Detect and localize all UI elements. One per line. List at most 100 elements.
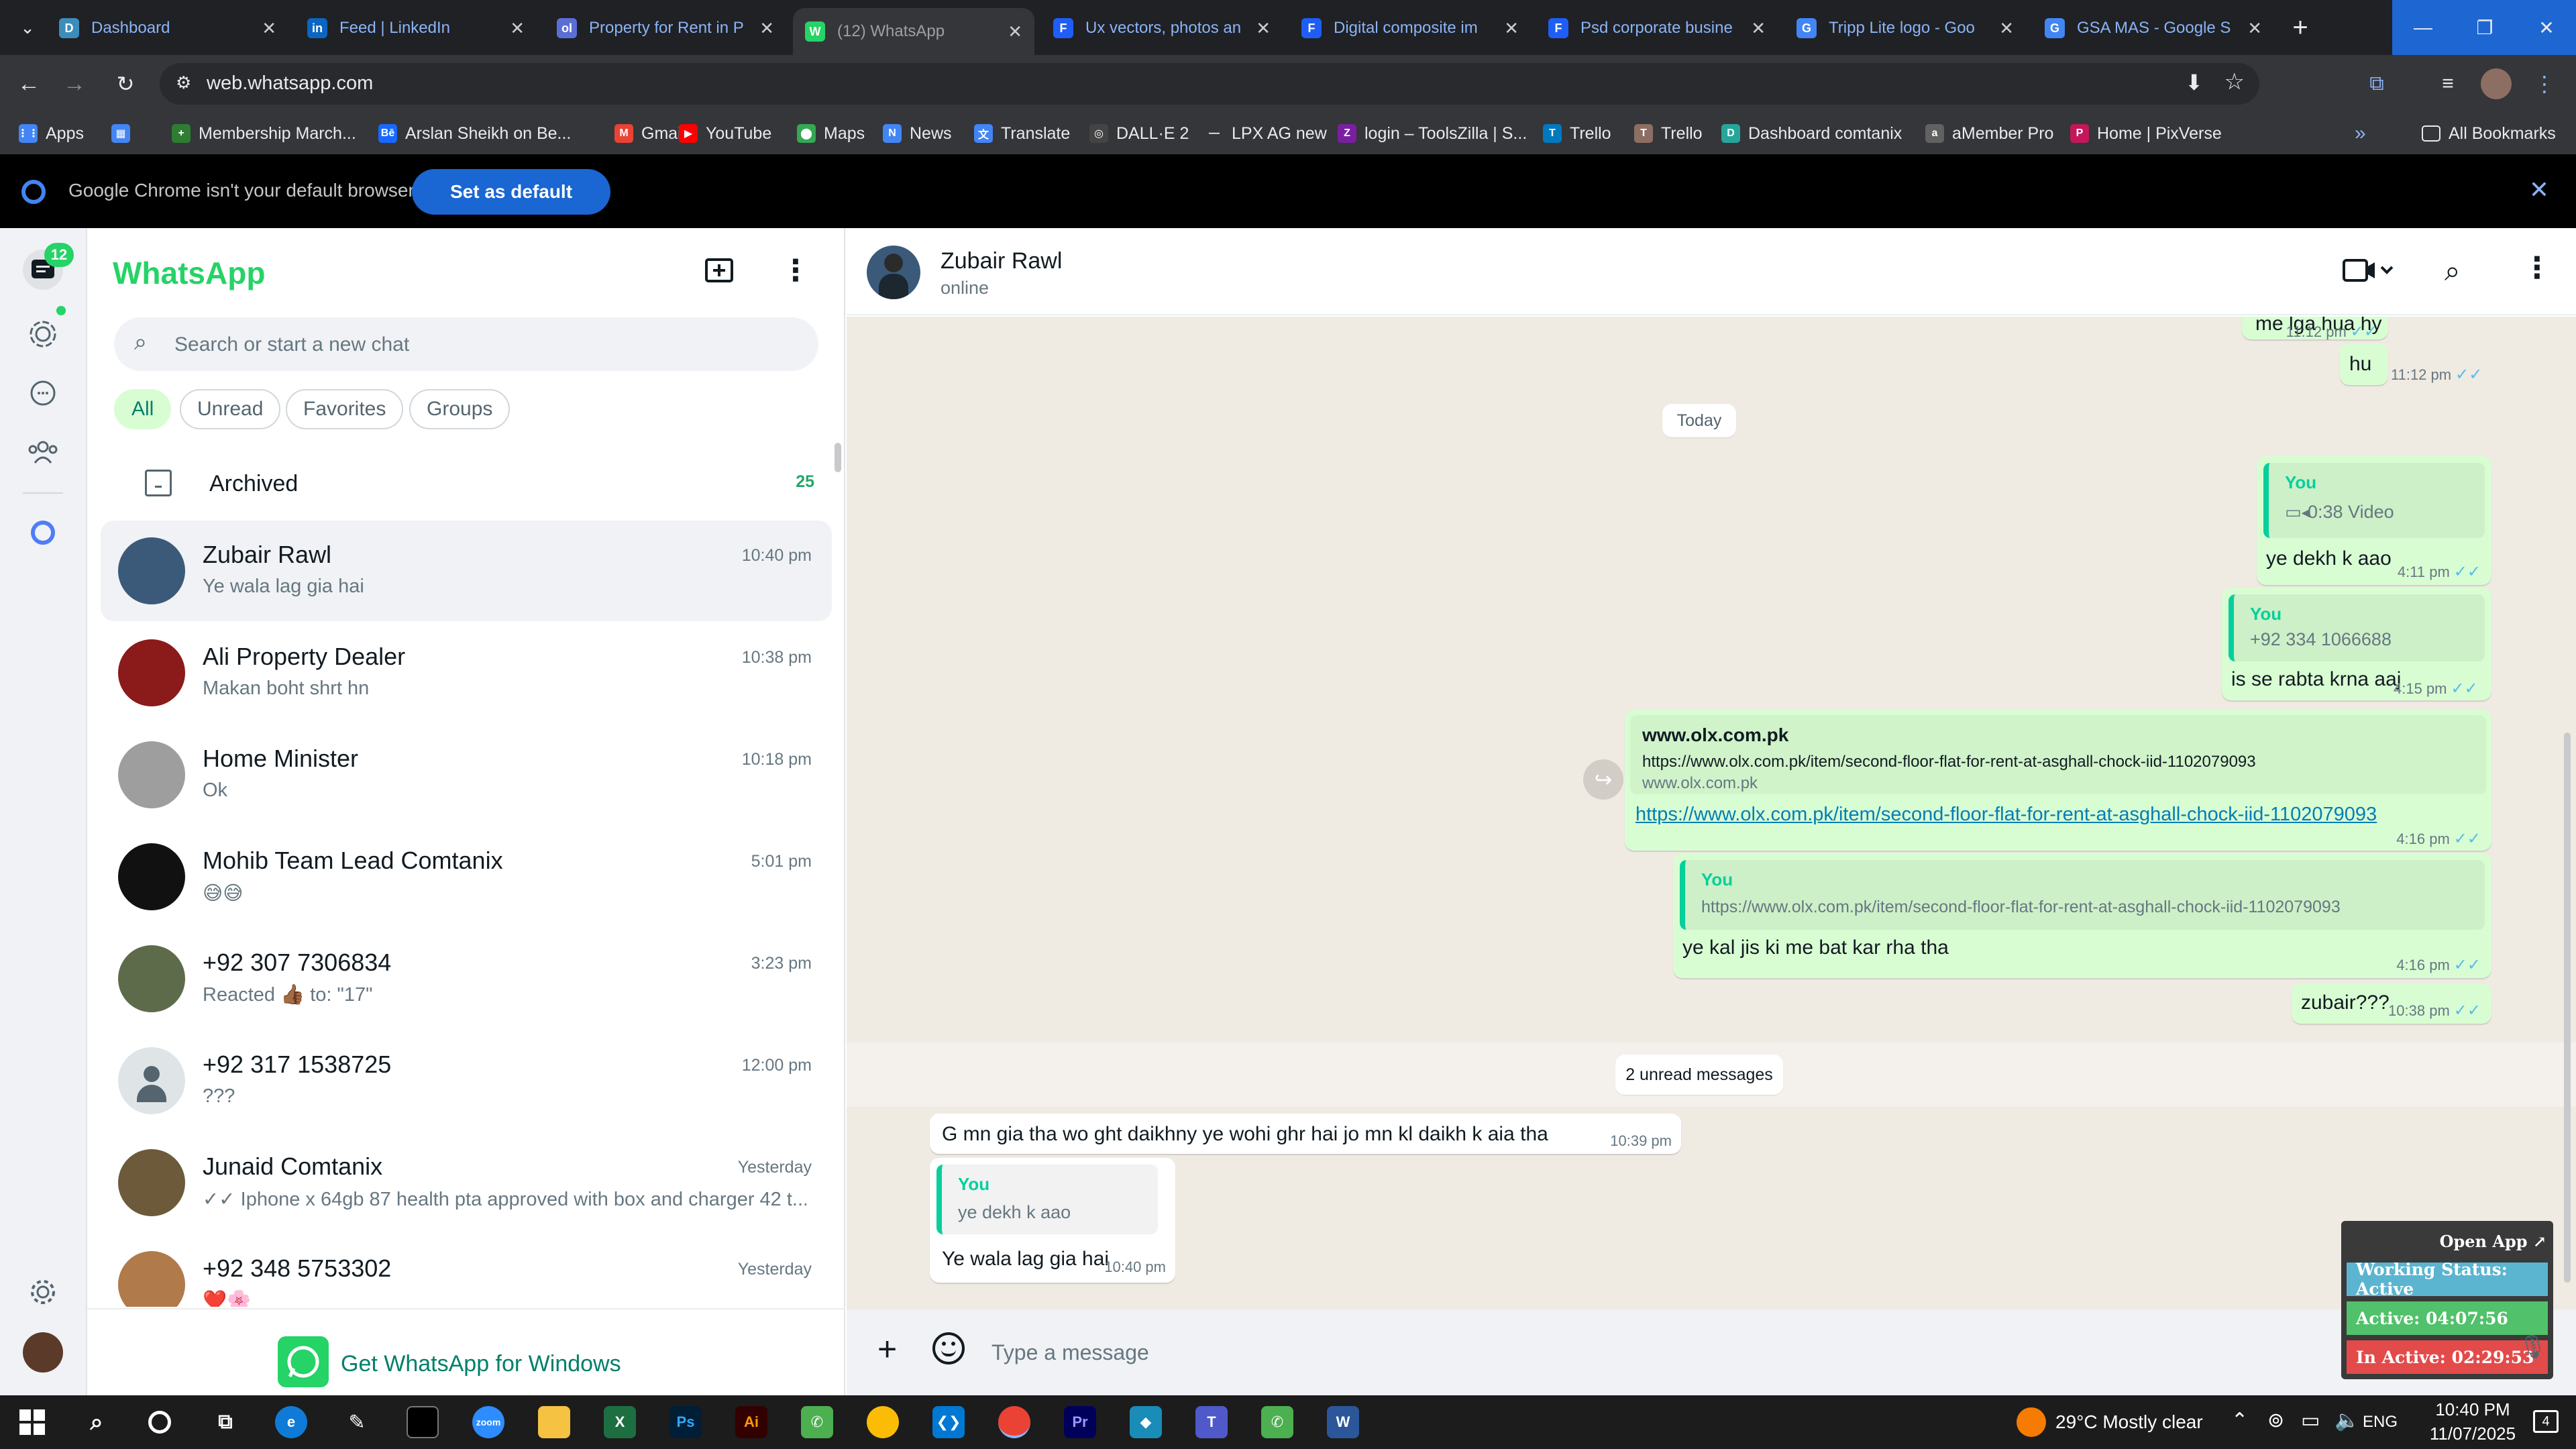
task-view-icon[interactable]: ⧉ [209, 1406, 241, 1438]
bookmark-item[interactable]: a aMember Pro [1925, 122, 2053, 145]
all-bookmarks[interactable]: All Bookmarks [2422, 122, 2556, 145]
quoted-message[interactable]: You https://www.olx.com.pk/item/second-f… [1680, 860, 2485, 930]
close-tab-icon[interactable]: ✕ [1256, 18, 1271, 39]
link-preview-card[interactable]: www.olx.com.pk https://www.olx.com.pk/it… [1630, 715, 2486, 794]
clock-time[interactable]: 10:40 PM [2426, 1399, 2520, 1420]
bookmark-item[interactable]: P Home | PixVerse [2070, 122, 2222, 145]
message-outgoing-reply[interactable]: You https://www.olx.com.pk/item/second-f… [1673, 853, 2491, 978]
profile-avatar-rail[interactable] [23, 1332, 63, 1373]
weather-icon[interactable] [2017, 1407, 2046, 1437]
bookmark-item[interactable]: + Membership March... [172, 122, 356, 145]
chat-list-item[interactable]: +92 307 7306834 Reacted 👍🏾 to: "17" 3:23 p… [101, 928, 832, 1029]
bookmark-item[interactable]: ▦ [111, 122, 138, 145]
close-tab-icon[interactable]: ✕ [1008, 21, 1022, 42]
chrome-active-icon[interactable] [998, 1406, 1030, 1438]
cortana-icon[interactable] [144, 1406, 176, 1438]
browser-tab[interactable]: F Ux vectors, photos an ✕ [1041, 9, 1283, 47]
message-outgoing[interactable]: hu [2340, 343, 2388, 385]
back-icon[interactable]: ← [13, 68, 44, 99]
url-text[interactable]: web.whatsapp.com [207, 72, 373, 95]
language-indicator[interactable]: ENG [2363, 1413, 2398, 1432]
message-link[interactable]: https://www.olx.com.pk/item/second-floor… [1635, 804, 2377, 826]
forward-icon[interactable]: → [59, 68, 90, 99]
conversation-menu-icon[interactable]: ⋮ [2522, 251, 2552, 285]
minimize-button[interactable]: — [2392, 0, 2454, 55]
restore-button[interactable]: ❐ [2454, 0, 2516, 55]
browser-tab[interactable]: in Feed | LinkedIn ✕ [295, 9, 537, 47]
pen-tool-icon[interactable]: ✎ [341, 1406, 373, 1438]
chat-list-item[interactable]: Ali Property Dealer Makan boht shrt hn 10:… [101, 623, 832, 723]
message-outgoing[interactable]: zubair??? 10:38 pm ✓✓ [2292, 983, 2491, 1024]
close-tab-icon[interactable]: ✕ [1999, 18, 2014, 39]
contact-avatar[interactable] [867, 246, 920, 299]
bookmark-item[interactable]: T Trello [1634, 122, 1703, 145]
message-outgoing[interactable]: me lga hua hy 11:12 pm ✓✓ [2242, 317, 2388, 341]
chat-list-item[interactable]: +92 348 5753302 ❤️🌸 Yesterday [101, 1234, 832, 1307]
set-as-default-button[interactable]: Set as default [412, 169, 610, 215]
message-area[interactable]: me lga hua hy 11:12 pm ✓✓ hu 11:12 pm ✓✓ T… [847, 317, 2576, 1309]
browser-tab[interactable]: F Digital composite im ✕ [1289, 9, 1531, 47]
browser-tab[interactable]: G Tripp Lite logo - Goo ✕ [1784, 9, 2026, 47]
bookmark-star-icon[interactable]: ☆ [2224, 68, 2245, 95]
taskbar-search-icon[interactable]: ⌕ [80, 1406, 113, 1438]
avatar[interactable] [118, 1251, 185, 1307]
message-input[interactable]: Type a message [987, 1320, 2477, 1383]
open-app-link[interactable]: Open App ↗ [2440, 1228, 2546, 1254]
file-explorer-icon[interactable] [538, 1406, 570, 1438]
bookmark-item[interactable]: Bē Arslan Sheikh on Be... [378, 122, 571, 145]
windows-start-icon[interactable] [16, 1406, 48, 1438]
bookmark-item[interactable]: 文 Translate [974, 122, 1070, 145]
attach-plus-icon[interactable]: + [877, 1330, 897, 1368]
message-outgoing-link[interactable]: www.olx.com.pk https://www.olx.com.pk/it… [1625, 710, 2491, 851]
browser-tab[interactable]: ol Property for Rent in P ✕ [545, 9, 786, 47]
volume-icon[interactable]: 🔈 [2334, 1409, 2359, 1432]
new-tab-icon[interactable]: + [2285, 12, 2316, 43]
bookmark-item[interactable]: M Gmail [614, 122, 685, 145]
terminal-icon[interactable] [407, 1406, 439, 1438]
premiere-icon[interactable]: Pr [1064, 1406, 1096, 1438]
avatar[interactable] [118, 537, 185, 604]
avatar[interactable] [118, 741, 185, 808]
vscode-icon[interactable]: ❮❯ [932, 1406, 965, 1438]
sticker-emoji-icon[interactable] [932, 1332, 965, 1364]
notifications-icon[interactable]: 4 [2533, 1410, 2559, 1433]
bookmark-item[interactable]: D Dashboard comtanix [1721, 122, 1902, 145]
meta-ai-icon[interactable] [23, 513, 63, 553]
clock-date[interactable]: 11/07/2025 [2419, 1424, 2526, 1444]
chat-list-item[interactable]: Home Minister Ok 10:18 pm [101, 724, 832, 825]
get-whatsapp-windows-banner[interactable]: Get WhatsApp for Windows [87, 1308, 845, 1395]
message-incoming-reply[interactable]: You ye dekh k aao Ye wala lag gia hai 10… [930, 1158, 1175, 1283]
avatar[interactable] [118, 639, 185, 706]
chat-list-item[interactable]: Zubair Rawl Ye wala lag gia hai 10:40 pm [101, 521, 832, 621]
browser-tab[interactable]: D Dashboard ✕ [47, 9, 288, 47]
avatar[interactable] [118, 843, 185, 910]
chat-list-item[interactable]: Mohib Team Lead Comtanix 😅😅 5:01 pm [101, 826, 832, 927]
profile-avatar[interactable] [2481, 68, 2512, 99]
conversation-header[interactable]: Zubair Rawl online ⌕ ⋮ [847, 228, 2576, 315]
bookmark-item[interactable]: ▶ YouTube [679, 122, 771, 145]
quoted-message[interactable]: You 0:38 Video ▭◂ [2263, 463, 2485, 538]
reading-list-icon[interactable]: ≡ [2432, 68, 2463, 99]
chrome-icon[interactable] [867, 1406, 899, 1438]
close-infobar-icon[interactable]: ✕ [2529, 176, 2549, 204]
bookmark-item[interactable]: ◎ DALL·E 2 [1089, 122, 1189, 145]
tab-search-icon[interactable]: ⌄ [12, 12, 43, 43]
browser-tab[interactable]: W (12) WhatsApp ✕ [793, 8, 1034, 55]
bookmark-item[interactable]: ⬤ Maps [797, 122, 865, 145]
contact-name[interactable]: Zubair Rawl [941, 248, 1062, 274]
edge-icon[interactable]: e [275, 1406, 307, 1438]
close-tab-icon[interactable]: ✕ [759, 18, 774, 39]
status-icon[interactable] [23, 314, 63, 354]
message-scrollbar[interactable] [2564, 733, 2571, 1283]
tray-chevron-icon[interactable]: ⌃ [2231, 1409, 2248, 1432]
quoted-message[interactable]: You ye dekh k aao [936, 1165, 1158, 1234]
search-messages-icon[interactable]: ⌕ [2445, 255, 2461, 288]
settings-gear-icon[interactable] [23, 1272, 63, 1312]
browser-tab[interactable]: F Psd corporate busine ✕ [1536, 9, 1778, 47]
word-icon[interactable]: W [1327, 1406, 1359, 1438]
weather-text[interactable]: 29°C Mostly clear [2055, 1411, 2203, 1433]
close-tab-icon[interactable]: ✕ [262, 18, 276, 39]
avatar[interactable] [118, 945, 185, 1012]
chrome-menu-icon[interactable]: ⋮ [2529, 68, 2560, 99]
close-tab-icon[interactable]: ✕ [510, 18, 525, 39]
